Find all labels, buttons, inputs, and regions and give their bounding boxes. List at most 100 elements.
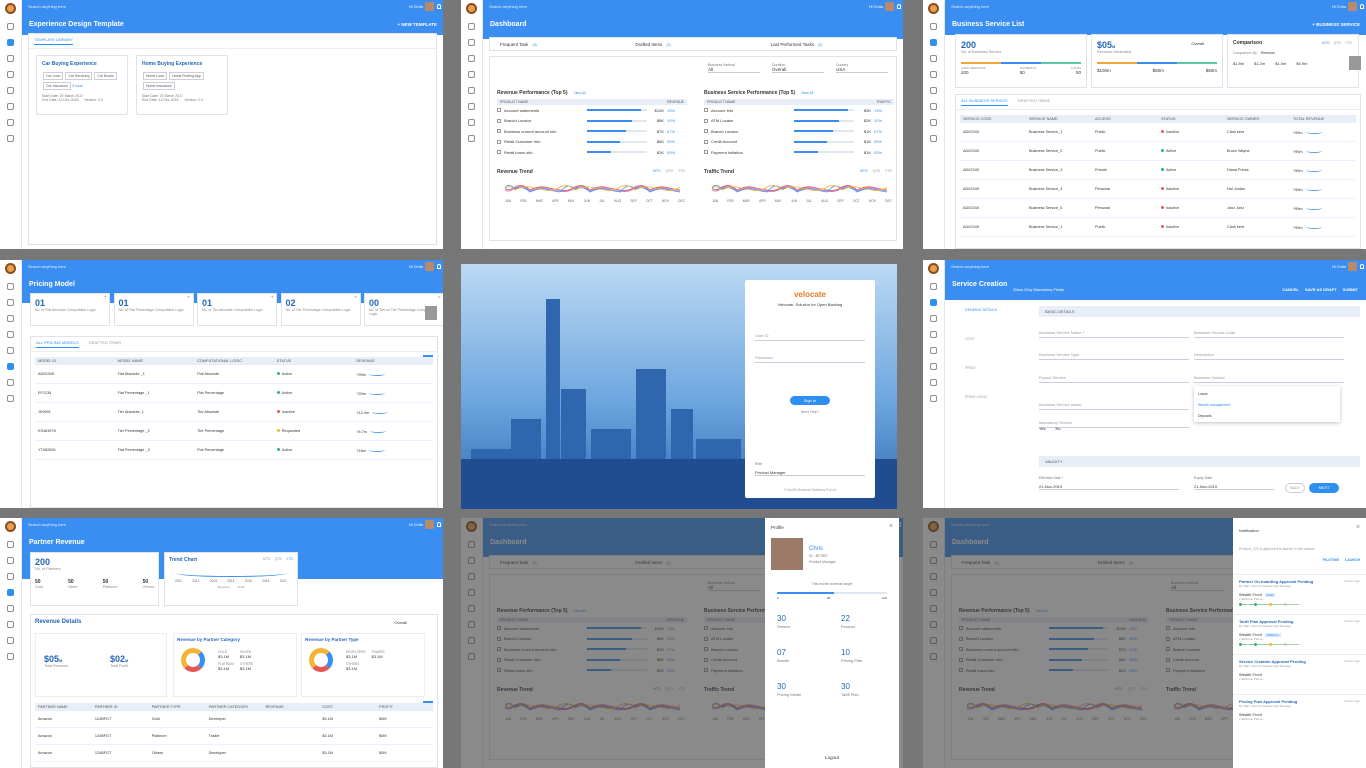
close-icon[interactable]: × [889,523,893,530]
header-action-button[interactable]: + BUSINESS SERVICE [1312,22,1360,27]
grid-icon[interactable] [7,573,14,580]
period-tab[interactable]: QTD [666,169,673,173]
checkbox[interactable] [497,118,501,123]
form-field[interactable]: Description [1194,350,1344,360]
search-input[interactable]: Search anything here [489,4,527,9]
document-icon[interactable] [930,119,937,126]
dropdown-option[interactable]: Wealth management [1198,400,1336,411]
period-tab[interactable]: QTD [1334,41,1341,45]
recycle-icon[interactable] [7,331,14,338]
table-row[interactable]: Account Info $3K13% [704,105,894,116]
clock-icon[interactable] [468,135,475,142]
table-row[interactable]: Retail loans info $2K03% [497,147,687,158]
template-card[interactable]: Home Buying Experience Home Loan Home Find… [136,55,228,115]
user-id-input[interactable]: User ID [755,331,865,341]
duration-select[interactable]: Overall [1191,41,1204,46]
intro-link[interactable]: LAUNCH [1345,558,1360,562]
action-button[interactable]: SUBMIT [1343,287,1358,292]
tab[interactable]: ALL PRICING MODELS [36,340,79,348]
package-icon[interactable] [468,87,475,94]
step-label[interactable]: PRICE [965,366,976,370]
task-dropdown[interactable]: Drafted Items(3) [625,42,760,47]
form-field[interactable]: Business Service Code [1194,328,1344,338]
recycle-icon[interactable] [7,589,14,596]
table-row[interactable]: AD02345 Flat Absolute _1 Flat Absolute Acti… [35,365,433,384]
package-icon[interactable] [930,87,937,94]
table-row[interactable]: Credit Account $1K05% [704,137,894,148]
intro-link[interactable]: PILOTING [1323,558,1340,562]
back-button[interactable]: BACK [1285,483,1305,493]
filter-select[interactable]: Business VerticalAll [708,63,760,73]
notification-item[interactable]: Tariff Plan Approval Pending 3 hours ago B… [1233,614,1366,652]
more-link[interactable]: 3 more [72,84,83,88]
radio-option[interactable]: Yes [1039,426,1046,431]
period-tab[interactable]: MTD [860,169,868,173]
notification-item[interactable]: Pricing Plan Approval Pending 3 hours ago… [1233,694,1366,732]
table-row[interactable]: JK9991 Tier Absolute_1 Tier Absolute Inacti… [35,403,433,422]
profile-icon[interactable] [7,23,14,30]
avatar[interactable] [425,262,434,271]
table-row[interactable]: AD02345 Business Service_1 Public Inactive C… [960,218,1356,237]
radio-option[interactable]: No [1056,426,1061,431]
table-row[interactable]: EF1234 Flat Percentage _1 Flat Percentage A… [35,384,433,403]
comparison-by-select[interactable]: Revenue [1261,51,1275,55]
search-input[interactable]: Search anything here [28,4,66,9]
package-icon[interactable] [7,87,14,94]
action-button[interactable]: SAVE AS DRAFT [1305,287,1337,292]
next-button[interactable]: NEXT [1309,483,1339,493]
table-row[interactable]: Retail Customer Info $6K05% [497,137,687,148]
form-field[interactable]: Business Service owner [1039,400,1189,410]
tag-icon[interactable] [7,363,14,370]
checkbox[interactable] [497,150,501,155]
tag-icon[interactable] [930,103,937,110]
recycle-icon[interactable] [468,71,475,78]
view-all-link[interactable]: View All [573,91,585,95]
document-icon[interactable] [7,379,14,386]
grid-icon[interactable] [930,315,937,322]
notification-item[interactable]: Service Creation Approval Pending 3 hours… [1233,654,1366,692]
table-row[interactable]: KS463978 Tier Percentage _2 Tier Percentag… [35,422,433,441]
period-tab[interactable]: YTD [885,169,892,173]
step-label[interactable]: GENERAL DETAILS [965,308,997,312]
table-row[interactable]: YT982006 Flat Percentage _3 Flat Percentag… [35,441,433,460]
briefcase-icon[interactable] [7,299,14,306]
grid-icon[interactable] [7,55,14,62]
checkbox[interactable] [497,108,501,113]
grid-icon[interactable] [7,315,14,322]
filter-select[interactable]: CountryUSA [836,63,888,73]
dropdown-option[interactable]: Deposits [1198,411,1336,422]
clock-icon[interactable] [930,395,937,402]
briefcase-icon[interactable] [7,39,14,46]
profile-icon[interactable] [468,23,475,30]
search-input[interactable]: Search anything here [28,264,66,269]
table-row[interactable]: AD02345 Business Service_1 Public Inactive C… [960,123,1356,142]
table-row[interactable]: ATM Locator $2K10% [704,116,894,127]
template-card[interactable]: Car Buying Experience Car Loan Car Servici… [36,55,128,115]
table-row[interactable]: Account statements $10K13% [497,105,687,116]
package-icon[interactable] [930,347,937,354]
add-icon[interactable]: + [437,295,441,301]
document-icon[interactable] [468,119,475,126]
table-row[interactable]: Business current account info $7K07% [497,126,687,137]
period-tab[interactable]: QTD [275,557,282,561]
form-field[interactable]: Business Service Name * [1039,328,1189,338]
tab[interactable]: DRAFTED ITEMS [89,340,121,348]
tab-template-library[interactable]: TEMPLATE LIBRARY [34,37,73,45]
add-icon[interactable]: + [354,295,358,301]
briefcase-icon[interactable] [930,39,937,46]
header-action-button[interactable]: + NEW TEMPLATE [397,22,437,27]
table-row[interactable]: Amazon 124BFGT Platinum Trader $3.1M $0M [35,728,433,745]
form-field[interactable]: Business Vertical [1194,373,1344,383]
period-tab[interactable]: MTD [263,557,271,561]
tag-icon[interactable] [7,621,14,628]
role-select[interactable]: Product Manager [755,470,865,476]
form-field[interactable]: Mandatory Service [1039,418,1189,428]
checkbox[interactable] [704,139,708,144]
step-label[interactable]: PRICE LOGIC [965,395,988,399]
briefcase-icon[interactable] [930,299,937,306]
bell-icon[interactable] [437,264,441,269]
checkbox[interactable] [497,129,501,134]
recycle-icon[interactable] [930,331,937,338]
table-row[interactable]: Branch Locator $8K10% [497,116,687,127]
package-icon[interactable] [7,605,14,612]
